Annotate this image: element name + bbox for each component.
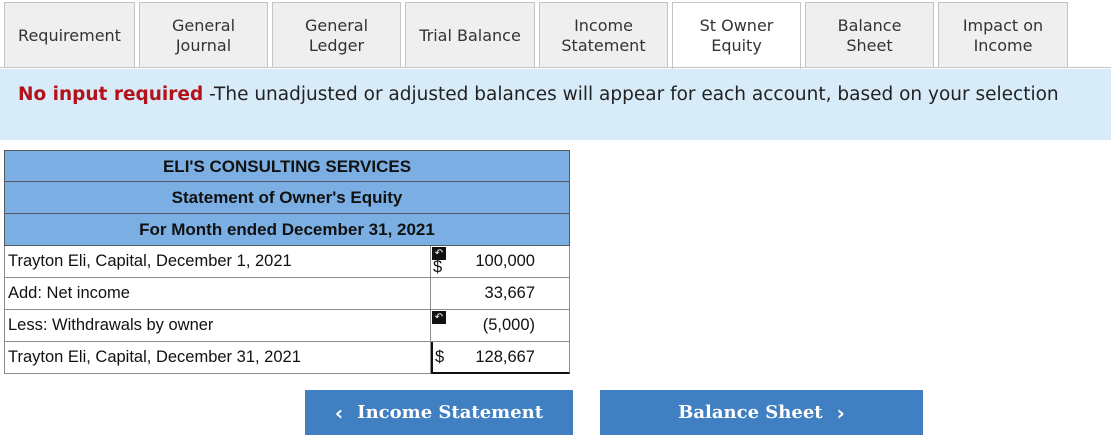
row-label: Trayton Eli, Capital, December 31, 2021: [4, 342, 431, 374]
statement-of-owners-equity: ELI'S CONSULTING SERVICES Statement of O…: [4, 150, 570, 374]
amount-cell: ↶ (5,000): [431, 310, 570, 342]
amount-value: 100,000: [475, 252, 535, 270]
prev-button-label: Income Statement: [357, 402, 544, 423]
row-label: Trayton Eli, Capital, December 1, 2021: [4, 246, 431, 278]
banner-message: -The unadjusted or adjusted balances wil…: [203, 84, 1059, 105]
tab-balance-sheet[interactable]: Balance Sheet: [805, 2, 934, 68]
table-row: Trayton Eli, Capital, December 31, 2021 …: [4, 342, 570, 374]
row-label: Add: Net income: [4, 278, 431, 310]
amount-value: 128,667: [475, 348, 535, 366]
tab-trial-balance[interactable]: Trial Balance: [405, 2, 535, 68]
no-input-label: No input required: [18, 84, 204, 105]
tab-label: Balance Sheet: [837, 15, 902, 55]
row-label: Less: Withdrawals by owner: [4, 310, 431, 342]
tab-label: General Ledger: [304, 15, 369, 55]
statement-period: For Month ended December 31, 2021: [4, 214, 570, 246]
tab-requirement[interactable]: Requirement: [4, 2, 135, 68]
amount-cell: $ 128,667: [431, 342, 570, 374]
company-name: ELI'S CONSULTING SERVICES: [4, 150, 570, 182]
chevron-left-icon: ‹: [334, 400, 344, 425]
tab-bar: Requirement General Journal General Ledg…: [4, 2, 1068, 69]
amount-value: 33,667: [484, 284, 535, 302]
tab-label: Income Statement: [561, 15, 646, 55]
tab-label: St Owner Equity: [699, 16, 774, 55]
table-row: Trayton Eli, Capital, December 1, 2021 ↶…: [4, 246, 570, 278]
prev-income-statement-button[interactable]: ‹ Income Statement: [305, 390, 573, 435]
chevron-right-icon: ›: [836, 400, 845, 425]
next-button-label: Balance Sheet: [678, 402, 823, 423]
statement-title: Statement of Owner's Equity: [4, 182, 570, 214]
table-row: Less: Withdrawals by owner ↶ (5,000): [4, 310, 570, 342]
undo-icon[interactable]: ↶: [432, 311, 446, 324]
tab-label: Impact on Income: [962, 15, 1044, 55]
currency-symbol: $: [435, 348, 445, 366]
amount-cell: 33,667: [431, 278, 570, 310]
next-balance-sheet-button[interactable]: Balance Sheet ›: [600, 390, 923, 435]
tab-impact-on-income[interactable]: Impact on Income: [938, 2, 1068, 68]
tab-divider: [0, 67, 1111, 68]
info-banner-text: No input required -The unadjusted or adj…: [18, 84, 1059, 105]
tab-general-journal[interactable]: General Journal: [139, 2, 268, 68]
amount-value: (5,000): [482, 316, 535, 334]
tab-income-statement[interactable]: Income Statement: [539, 2, 668, 68]
amount-cell: ↶ $ 100,000: [431, 246, 570, 278]
tab-label: General Journal: [171, 15, 236, 55]
table-row: Add: Net income 33,667: [4, 278, 570, 310]
tab-general-ledger[interactable]: General Ledger: [272, 2, 401, 68]
tab-st-owner-equity[interactable]: St Owner Equity: [672, 2, 801, 69]
